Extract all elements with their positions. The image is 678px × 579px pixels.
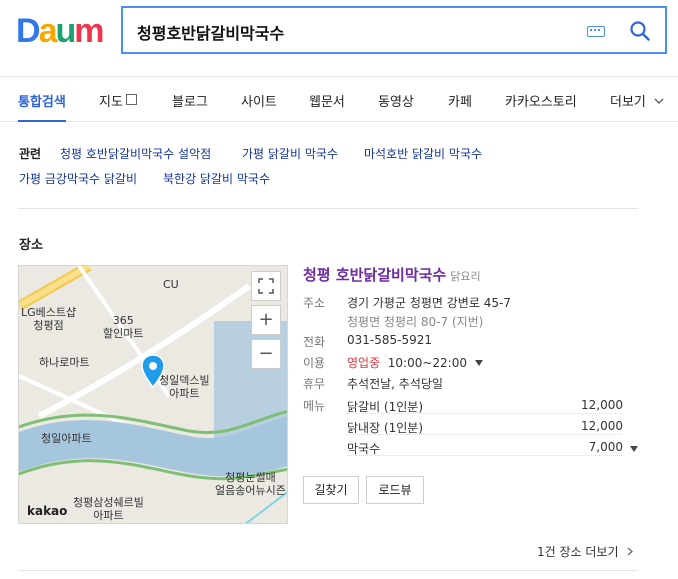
map-view[interactable]: CU LG베스트샵 청평점 365 할인마트 하나로마트 청일덱스빌 아파트 청…: [18, 265, 288, 524]
tab-blog[interactable]: 블로그: [172, 91, 208, 110]
chevron-right-icon: [627, 547, 634, 556]
map-label-cu: CU: [163, 278, 179, 291]
place-name-link[interactable]: 청평 호반닭갈비막국수 닭요리: [303, 264, 481, 285]
search-icon[interactable]: [629, 20, 651, 42]
logo-letter-u: u: [55, 12, 76, 50]
daum-logo[interactable]: Daum: [16, 12, 105, 50]
location-pin-icon[interactable]: [141, 354, 165, 388]
hours-row[interactable]: 영업중 10:00~22:00: [347, 354, 483, 371]
search-box[interactable]: 청평호반닭갈비막국수: [121, 6, 667, 54]
search-input[interactable]: 청평호반닭갈비막국수: [137, 20, 284, 44]
logo-letter-a: a: [38, 12, 58, 50]
place-name: 청평 호반닭갈비막국수: [303, 266, 447, 284]
tab-site[interactable]: 사이트: [241, 91, 277, 110]
map-label-dexvil: 청일덱스빌 아파트: [159, 374, 210, 400]
logo-letter-m: m: [74, 12, 104, 50]
chevron-down-icon: [654, 98, 664, 104]
menu-label: 메뉴: [303, 399, 326, 413]
related-link[interactable]: 마석호반 닭갈비 막국수: [364, 145, 482, 162]
related-link[interactable]: 청평 호반닭갈비막국수 설악점: [60, 145, 211, 162]
address-value: 경기 가평군 청평면 강변로 45-7: [347, 296, 511, 310]
roadview-button[interactable]: 로드뷰: [366, 476, 424, 504]
place-category: 닭요리: [450, 270, 481, 283]
menu-dotted-leader: [347, 413, 622, 414]
open-status: 영업중: [347, 356, 381, 370]
map-window-icon: [125, 94, 137, 105]
menu-dotted-leader: [347, 455, 622, 456]
related-label: 관련: [19, 147, 42, 161]
divider: [18, 570, 638, 571]
closed-value: 추석전날, 추석당일: [347, 377, 443, 391]
section-title: 장소: [19, 238, 43, 253]
tab-more[interactable]: 더보기: [610, 91, 664, 110]
map-label-365: 365 할인마트: [103, 314, 144, 340]
tab-kakaostory[interactable]: 카카오스토리: [505, 91, 577, 110]
directions-button[interactable]: 길찾기: [303, 476, 359, 504]
expand-icon: [258, 278, 274, 294]
menu-item-price: 12,000: [581, 419, 623, 433]
keyboard-icon[interactable]: [587, 26, 605, 37]
related-link[interactable]: 북한강 닭갈비 막국수: [163, 170, 270, 187]
phone-label: 전화: [303, 335, 326, 349]
active-tab-indicator: [18, 120, 66, 122]
tab-more-label: 더보기: [610, 95, 646, 110]
tab-map[interactable]: 지도: [99, 91, 137, 110]
dropdown-triangle-icon: [474, 360, 483, 366]
tab-video[interactable]: 동영상: [378, 91, 414, 110]
tab-cafe[interactable]: 카페: [448, 91, 472, 110]
address-label: 주소: [303, 296, 326, 310]
divider: [18, 208, 638, 209]
hours-value: 10:00~22:00: [387, 356, 467, 370]
kakao-map-brand: kakao: [27, 504, 68, 518]
map-label-cheongil: 청일아파트: [41, 432, 92, 445]
address-lot-value: 청평면 청평리 80-7 (지번): [347, 315, 484, 329]
tab-map-label: 지도: [99, 95, 123, 110]
menu-expand-icon[interactable]: [630, 446, 638, 452]
map-label-samsung: 청평삼성쉐르빌 아파트: [73, 496, 144, 522]
zoom-in-button[interactable]: +: [251, 305, 281, 335]
menu-item-price: 12,000: [581, 398, 623, 412]
map-label-hanaro: 하나로마트: [39, 356, 90, 369]
tab-integrated[interactable]: 통합검색: [18, 91, 66, 110]
menu-dotted-leader: [347, 434, 622, 435]
related-link[interactable]: 가평 금강막국수 닭갈비: [19, 170, 137, 187]
related-link[interactable]: 가평 닭갈비 막국수: [242, 145, 338, 162]
hours-label: 이용: [303, 356, 326, 370]
map-label-lg: LG베스트샵 청평점: [21, 306, 77, 332]
more-places-label: 1건 장소 더보기: [537, 545, 619, 559]
menu-item-price: 7,000: [588, 440, 623, 454]
logo-letter-d: D: [16, 12, 41, 50]
tab-webdoc[interactable]: 웹문서: [309, 91, 345, 110]
more-places-link[interactable]: 1건 장소 더보기: [537, 543, 634, 560]
fullscreen-button[interactable]: [251, 271, 281, 301]
zoom-out-button[interactable]: −: [251, 339, 281, 369]
phone-value[interactable]: 031-585-5921: [347, 333, 432, 347]
closed-label: 휴무: [303, 377, 326, 391]
map-label-sled: 청평눈썰매 얼음송어뉴시즌: [215, 471, 286, 497]
search-tabs: 통합검색 지도 블로그 사이트 웹문서 동영상 카페 카카오스토리 더보기: [0, 76, 678, 122]
